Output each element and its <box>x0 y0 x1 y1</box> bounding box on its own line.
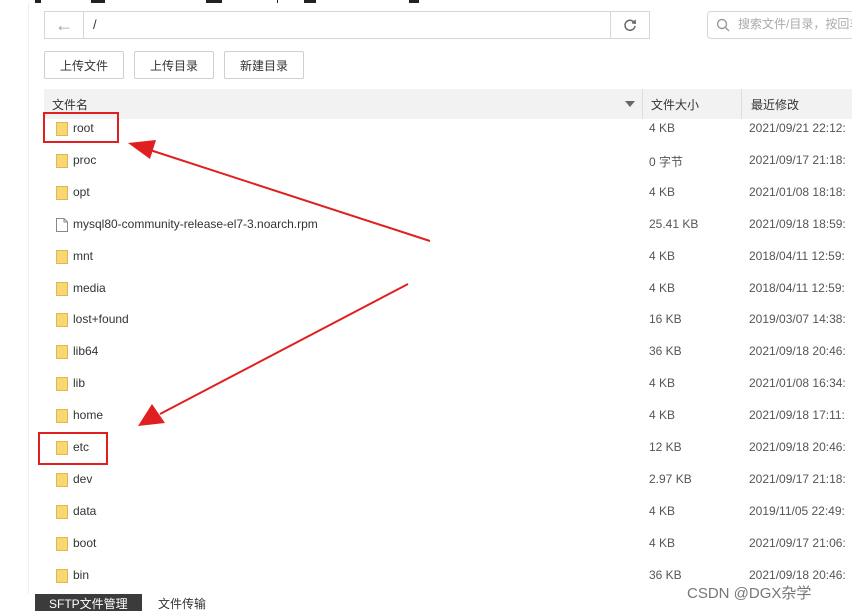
table-row[interactable]: media 4 KB 2018/04/11 12:59: <box>44 273 852 305</box>
file-size: 4 KB <box>649 376 676 391</box>
file-modified: 2021/09/17 21:18: <box>749 471 846 486</box>
annotation-box-etc <box>38 432 108 465</box>
file-icon <box>56 217 68 232</box>
folder-icon <box>56 153 68 168</box>
column-header-size[interactable]: 文件大小 <box>651 96 699 113</box>
table-row[interactable]: opt 4 KB 2021/01/08 18:18: <box>44 177 852 209</box>
new-folder-button[interactable]: 新建目录 <box>224 51 304 79</box>
file-name: boot <box>73 535 97 550</box>
column-header-name[interactable]: 文件名 <box>52 96 88 113</box>
folder-icon <box>56 377 68 392</box>
table-row[interactable]: lib64 36 KB 2021/09/18 20:46: <box>44 336 852 368</box>
folder-icon <box>56 185 68 200</box>
folder-icon <box>56 472 68 487</box>
file-size: 4 KB <box>649 184 676 199</box>
annotation-box-root <box>43 112 119 143</box>
table-row[interactable]: lib 4 KB 2021/01/08 16:34: <box>44 368 852 400</box>
refresh-icon <box>624 19 637 32</box>
file-name: dev <box>73 471 93 486</box>
file-modified: 2019/11/05 22:49: <box>749 503 845 518</box>
file-size: 2.97 KB <box>649 471 692 486</box>
table-row[interactable]: lost+found 16 KB 2019/03/07 14:38: <box>44 304 852 336</box>
file-modified: 2018/04/11 12:59: <box>749 280 845 295</box>
folder-icon <box>56 281 68 296</box>
table-row[interactable]: dev 2.97 KB 2021/09/17 21:18: <box>44 464 852 496</box>
file-modified: 2021/09/18 20:46: <box>749 344 846 359</box>
table-row[interactable]: etc 12 KB 2021/09/18 20:46: <box>44 432 852 464</box>
search-input[interactable] <box>736 16 852 32</box>
table-row[interactable]: proc 0 字节 2021/09/17 21:18: <box>44 145 852 177</box>
file-size: 4 KB <box>649 280 676 295</box>
file-name: proc <box>73 152 97 167</box>
watermark: CSDN @DGX杂学 <box>687 585 812 602</box>
file-name: media <box>73 280 106 295</box>
file-size: 4 KB <box>649 535 676 550</box>
back-button[interactable]: ← <box>45 12 84 38</box>
file-modified: 2021/09/18 18:59: <box>749 216 846 231</box>
column-header-modified[interactable]: 最近修改 <box>751 96 799 113</box>
file-name: lib64 <box>73 344 99 359</box>
file-name: opt <box>73 184 90 199</box>
table-row[interactable]: mysql80-community-release-el7-3.noarch.r… <box>44 209 852 241</box>
file-size: 0 字节 <box>649 154 684 169</box>
file-size: 4 KB <box>649 408 676 423</box>
file-size: 4 KB <box>649 121 676 135</box>
path-bar: ← / <box>44 11 650 39</box>
tab-sftp-file-manager[interactable]: SFTP文件管理 <box>35 594 142 611</box>
folder-icon <box>56 249 68 264</box>
sort-caret-icon[interactable] <box>625 101 635 107</box>
file-size: 12 KB <box>649 440 682 454</box>
left-panel-edge <box>0 0 29 611</box>
file-name: mnt <box>73 248 94 263</box>
file-modified: 2018/04/11 12:59: <box>749 248 845 263</box>
tab-file-transfer[interactable]: 文件传输 <box>144 594 220 611</box>
table-row[interactable]: boot 4 KB 2021/09/17 21:06: <box>44 528 852 560</box>
file-modified: 2021/09/17 21:06: <box>749 535 846 550</box>
search-box <box>707 11 852 39</box>
current-path[interactable]: / <box>93 17 97 32</box>
file-modified: 2021/09/18 20:46: <box>749 567 846 582</box>
upload-file-button[interactable]: 上传文件 <box>44 51 124 79</box>
file-modified: 2021/09/18 20:46: <box>749 440 846 454</box>
file-size: 16 KB <box>649 312 682 327</box>
refresh-button[interactable] <box>610 12 649 38</box>
file-name: lost+found <box>73 312 129 327</box>
file-size: 25.41 KB <box>649 216 699 231</box>
file-modified: 2019/03/07 14:38: <box>749 312 846 327</box>
file-name: bin <box>73 567 90 582</box>
folder-icon <box>56 504 68 519</box>
folder-icon <box>56 345 68 360</box>
file-size: 4 KB <box>649 503 676 518</box>
table-row[interactable]: data 4 KB 2019/11/05 22:49: <box>44 496 852 528</box>
folder-icon <box>56 409 68 424</box>
upload-folder-button[interactable]: 上传目录 <box>134 51 214 79</box>
top-toolbar-edge <box>28 0 852 3</box>
folder-icon <box>56 568 68 583</box>
file-modified: 2021/09/18 17:11: <box>749 408 845 423</box>
file-modified: 2021/09/17 21:18: <box>749 152 846 167</box>
file-name: lib <box>73 376 86 391</box>
file-name: home <box>73 408 104 423</box>
table-row[interactable]: root 4 KB 2021/09/21 22:12: <box>44 113 852 145</box>
arrow-left-icon: ← <box>55 14 73 35</box>
table-row[interactable]: home 4 KB 2021/09/18 17:11: <box>44 400 852 432</box>
file-size: 36 KB <box>649 567 682 582</box>
file-size: 4 KB <box>649 248 676 263</box>
file-name: data <box>73 503 97 518</box>
file-name: mysql80-community-release-el7-3.noarch.r… <box>73 216 318 231</box>
file-modified: 2021/01/08 16:34: <box>749 376 846 391</box>
folder-icon <box>56 536 68 551</box>
folder-icon <box>56 313 68 328</box>
file-modified: 2021/09/21 22:12: <box>749 121 846 135</box>
table-row[interactable]: mnt 4 KB 2018/04/11 12:59: <box>44 241 852 273</box>
file-modified: 2021/01/08 18:18: <box>749 184 846 199</box>
file-size: 36 KB <box>649 344 682 359</box>
search-icon <box>716 18 730 32</box>
